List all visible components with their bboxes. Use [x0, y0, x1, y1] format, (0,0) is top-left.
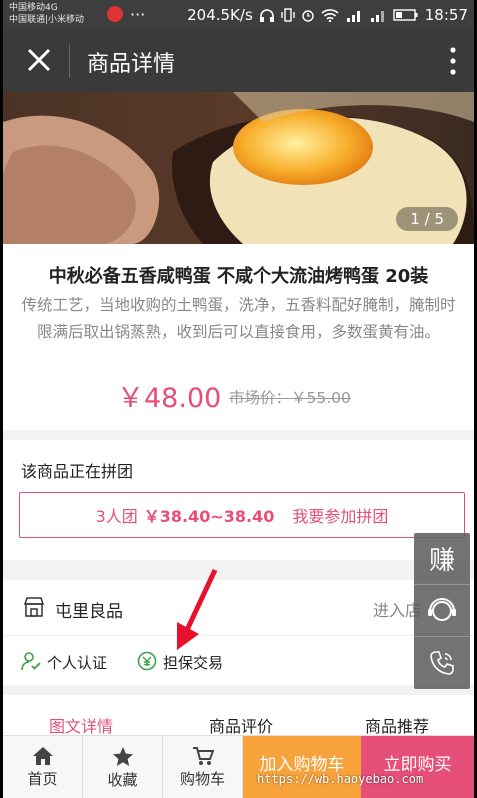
- battery-icon: [393, 9, 418, 21]
- screen: 中国移动4G 中国联通|小米移动 ··· 204.5K/s 18:57 商品详情: [0, 0, 477, 798]
- headset-icon: [428, 597, 456, 621]
- escrow-trade-label: 担保交易: [163, 654, 224, 672]
- shop-badges: 个人认证 担保交易: [3, 637, 474, 685]
- personal-verification-label: 个人认证: [47, 654, 108, 672]
- status-right: 204.5K/s 18:57: [187, 6, 468, 24]
- status-bar: 中国移动4G 中国联通|小米移动 ··· 204.5K/s 18:57: [3, 0, 474, 30]
- product-image-carousel[interactable]: 1 / 5: [3, 92, 474, 244]
- tab-details[interactable]: 图文详情: [49, 713, 113, 737]
- close-icon[interactable]: [25, 46, 53, 74]
- alarm-icon: [302, 10, 314, 22]
- nav-cart[interactable]: 购物车: [163, 736, 243, 798]
- tab-reviews[interactable]: 商品评价: [209, 713, 273, 737]
- carrier-2: 中国联通|小米移动: [9, 15, 85, 25]
- header: 商品详情: [3, 30, 474, 92]
- netease-music-icon: [107, 6, 123, 22]
- tab-recommend[interactable]: 商品推荐: [365, 713, 429, 737]
- join-group-buy-button[interactable]: 3人团 ￥38.40~38.40 我要参加拼团: [19, 492, 465, 538]
- earn-button[interactable]: 赚: [414, 533, 470, 585]
- product-description: 传统工艺，当地收购的土鸭蛋，洗净，五香料配好腌制，腌制时限满后取出锅蒸熟，收到后…: [21, 296, 456, 341]
- bottom-action-bar: 首页 收藏 购物车 加入购物车 立即购买: [3, 735, 474, 798]
- home-icon: [32, 747, 53, 765]
- shop-name: 屯里良品: [55, 602, 123, 622]
- verified-user-icon: [21, 652, 41, 671]
- group-size: 3人团: [95, 507, 138, 526]
- join-group-label: 我要参加拼团: [292, 507, 389, 526]
- nav-favorite-label: 收藏: [107, 770, 138, 789]
- watermark-url: https://wb.haoyebao.com: [257, 772, 424, 786]
- wifi-icon: [321, 9, 339, 22]
- page-title: 商品详情: [87, 52, 176, 77]
- signal-g-icon: [370, 11, 384, 22]
- nav-cart-label: 购物车: [179, 770, 225, 788]
- network-speed: 204.5K/s: [187, 6, 253, 24]
- shop-row[interactable]: 屯里良品 进入店: [3, 580, 474, 636]
- product-title: 中秋必备五香咸鸭蛋 不咸个大流油烤鸭蛋 20装: [48, 266, 429, 287]
- shop-section: 屯里良品 进入店 个人认证 担保交易: [3, 580, 474, 685]
- header-divider: [69, 44, 70, 78]
- group-price-range: ￥38.40~38.40: [143, 507, 275, 526]
- call-button[interactable]: [414, 637, 470, 689]
- signal-4g-icon: [346, 11, 360, 22]
- cart-icon: [192, 747, 214, 765]
- guarantee-icon: [137, 651, 157, 671]
- add-to-cart-button[interactable]: 加入购物车: [243, 736, 361, 798]
- group-buy-title: 该商品正在拼团: [21, 462, 134, 481]
- headphones-icon: [259, 9, 274, 22]
- product-price: ￥48.00: [117, 383, 222, 414]
- vibrate-icon: [281, 8, 295, 22]
- image-counter: 1 / 5: [396, 207, 458, 231]
- floating-side-menu: 赚: [414, 533, 470, 689]
- group-buy-section: 该商品正在拼团 3人团 ￥38.40~38.40 我要参加拼团: [3, 440, 474, 560]
- product-info: 中秋必备五香咸鸭蛋 不咸个大流油烤鸭蛋 20装 传统工艺，当地收购的土鸭蛋，洗净…: [3, 244, 474, 430]
- carrier-1: 中国移动4G: [9, 3, 58, 13]
- more-notifications-icon: ···: [130, 5, 146, 24]
- buy-now-button[interactable]: 立即购买: [361, 736, 474, 798]
- star-icon: [112, 746, 133, 766]
- detail-tabs: 图文详情 商品评价 商品推荐: [3, 695, 474, 737]
- phone-icon: [430, 651, 454, 675]
- customer-service-button[interactable]: [414, 585, 470, 637]
- nav-home-label: 首页: [27, 770, 58, 788]
- pointer-arrow: [177, 568, 218, 650]
- clock: 18:57: [424, 6, 468, 24]
- nav-favorite[interactable]: 收藏: [83, 736, 163, 798]
- market-price: 市场价：￥55.00: [229, 389, 351, 407]
- shop-icon: [23, 597, 45, 617]
- nav-home[interactable]: 首页: [3, 736, 83, 798]
- carrier-info: 中国移动4G 中国联通|小米移动: [9, 2, 84, 26]
- more-vertical-icon[interactable]: [450, 46, 456, 76]
